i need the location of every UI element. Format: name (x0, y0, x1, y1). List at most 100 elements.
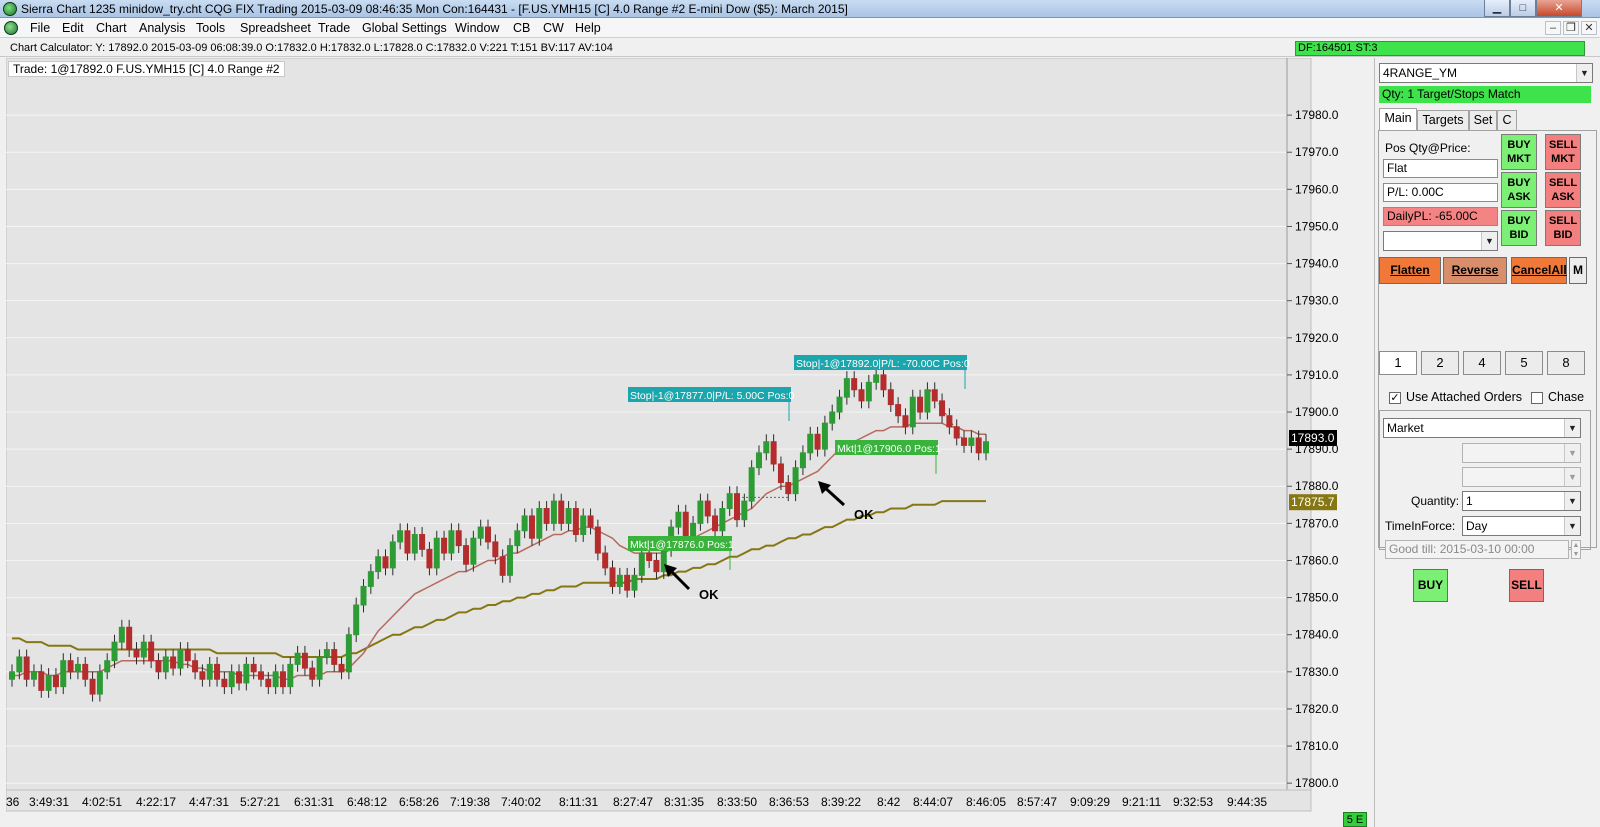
maximize-button[interactable]: □ (1510, 0, 1536, 17)
candle-body (367, 571, 374, 587)
chase-checkbox[interactable] (1531, 392, 1543, 404)
menu-bar: File Edit Chart Analysis Tools Spreadshe… (0, 18, 1600, 38)
mdi-minimize-button[interactable]: – (1545, 21, 1561, 35)
reverse-button[interactable]: Reverse (1443, 257, 1507, 284)
candle-body (807, 433, 814, 454)
sell-mkt-button[interactable]: SELL MKT (1545, 134, 1581, 170)
candle-body (162, 656, 169, 673)
flatten-button[interactable]: Flatten (1379, 257, 1441, 284)
candle-body (785, 482, 792, 495)
quantity-select[interactable]: 1 ▼ (1462, 491, 1581, 511)
candle-body (939, 400, 946, 417)
price-tick-label: 17860.0 (1295, 553, 1339, 567)
buy-mkt-button[interactable]: BUY MKT (1501, 134, 1537, 170)
tab-c[interactable]: C (1497, 110, 1517, 131)
candle-body (455, 530, 462, 547)
candle-body (309, 667, 316, 680)
price-tick-label: 17850.0 (1295, 591, 1339, 605)
mdi-close-button[interactable]: ✕ (1581, 21, 1597, 35)
price-tick-label: 17960.0 (1295, 182, 1339, 196)
qty-button-5[interactable]: 5 (1505, 351, 1543, 375)
candle-body (968, 437, 975, 446)
account-select[interactable]: ▼ (1383, 231, 1498, 251)
candle-body (294, 652, 301, 665)
price-tick-label: 17840.0 (1295, 628, 1339, 642)
menu-spreadsheet[interactable]: Spreadsheet (240, 21, 311, 35)
qty-button-4[interactable]: 4 (1463, 351, 1501, 375)
candle-body (9, 671, 15, 680)
menu-file[interactable]: File (30, 21, 50, 35)
time-tick-label: 8:44:07 (913, 795, 953, 809)
menu-help[interactable]: Help (575, 21, 601, 35)
time-tick-label: 9:21:11 (1122, 795, 1161, 809)
annotation-label: Stop|-1@17892.0|P/L: -70.00C Pos:0 (796, 358, 970, 370)
tab-set[interactable]: Set (1469, 110, 1497, 131)
sell-ask-button[interactable]: SELL ASK (1545, 172, 1581, 208)
symbol-select[interactable]: 4RANGE_YM ▼ (1379, 63, 1593, 83)
sell-bid-button[interactable]: SELL BID (1545, 210, 1581, 246)
price-tick-label: 17810.0 (1295, 739, 1339, 753)
menu-app-icon[interactable] (4, 21, 18, 35)
candle-body (814, 433, 821, 450)
tab-main[interactable]: Main (1379, 108, 1417, 131)
menu-cw[interactable]: CW (543, 21, 564, 35)
tab-targets[interactable]: Targets (1417, 110, 1469, 131)
candle-body (301, 652, 308, 669)
close-button[interactable]: ✕ (1536, 0, 1582, 17)
time-tick-label: 7:40:02 (501, 795, 541, 809)
cancel-all-button[interactable]: CancelAll (1511, 257, 1567, 284)
price2-select: ▼ (1462, 467, 1581, 487)
price-tick-label: 17980.0 (1295, 108, 1339, 122)
candle-body (755, 452, 762, 469)
candle-body (250, 663, 257, 673)
qty-button-1[interactable]: 1 (1379, 351, 1417, 375)
ok-note: OK (699, 587, 719, 602)
buy-button[interactable]: BUY (1413, 569, 1448, 602)
m-button[interactable]: M (1569, 257, 1587, 284)
candle-body (638, 552, 645, 576)
menu-cb[interactable]: CB (513, 21, 530, 35)
buy-bid-button[interactable]: BUY BID (1501, 210, 1537, 246)
price-tick-label: 17910.0 (1295, 368, 1339, 382)
chevron-down-icon: ▼ (1564, 419, 1580, 437)
tif-select[interactable]: Day ▼ (1462, 516, 1581, 536)
chart-area[interactable]: Stop|-1@17877.0|P/L: 5.00C Pos:0 Stop|-1@… (6, 58, 1372, 827)
sell-button[interactable]: SELL (1509, 569, 1544, 602)
candle-body (170, 656, 177, 669)
candle-body (30, 671, 37, 680)
candle-body (792, 467, 799, 495)
menu-edit[interactable]: Edit (62, 21, 84, 35)
candle-body (697, 500, 704, 524)
menu-trade[interactable]: Trade (318, 21, 350, 35)
minimize-button[interactable]: ▁ (1484, 0, 1510, 17)
price-tick-label: 17830.0 (1295, 665, 1339, 679)
candle-body (419, 533, 426, 550)
candle-body (426, 548, 433, 569)
pos-qty-label: Pos Qty@Price: (1385, 141, 1471, 155)
qty-button-8[interactable]: 8 (1547, 351, 1585, 375)
menu-chart[interactable]: Chart (96, 21, 127, 35)
candle-body (177, 649, 184, 669)
candle-body (492, 541, 499, 558)
order-type-value: Market (1387, 421, 1424, 435)
menu-global-settings[interactable]: Global Settings (362, 21, 447, 35)
buy-ask-button[interactable]: BUY ASK (1501, 172, 1537, 208)
qty-button-2[interactable]: 2 (1421, 351, 1459, 375)
candle-body (433, 537, 440, 569)
order-type-select[interactable]: Market ▼ (1383, 418, 1581, 438)
candle-body (485, 526, 492, 543)
candle-body (389, 541, 396, 569)
daily-pl-field: DailyPL: -65.00C (1383, 207, 1498, 226)
menu-tools[interactable]: Tools (196, 21, 225, 35)
candle-body (983, 441, 989, 454)
price-tick-label: 17950.0 (1295, 219, 1339, 233)
candle-body (543, 508, 550, 524)
candle-body (558, 500, 565, 524)
chevron-down-icon: ▼ (1576, 64, 1592, 82)
menu-window[interactable]: Window (455, 21, 499, 35)
menu-analysis[interactable]: Analysis (139, 21, 186, 35)
mdi-restore-button[interactable]: ❐ (1563, 21, 1579, 35)
candle-body (279, 671, 286, 688)
price-chart[interactable]: Stop|-1@17877.0|P/L: 5.00C Pos:0 Stop|-1@… (6, 58, 1372, 827)
use-attached-orders-checkbox[interactable]: ✓ (1389, 392, 1401, 404)
